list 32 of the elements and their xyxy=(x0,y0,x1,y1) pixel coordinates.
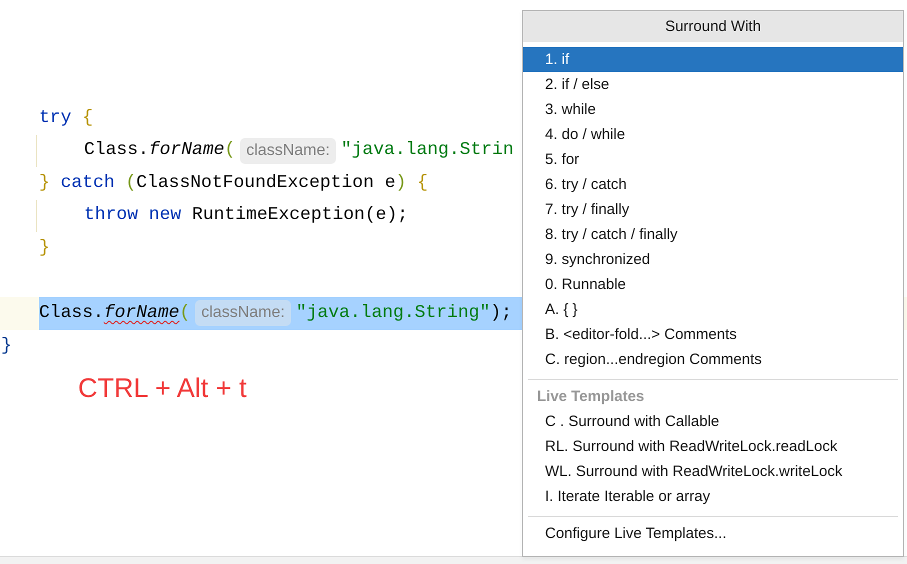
parameter-hint: className: xyxy=(240,138,336,164)
menu-item[interactable]: 4. do / while xyxy=(523,122,903,147)
code-text: } xyxy=(1,334,12,358)
menu-item[interactable]: C . Surround with Callable xyxy=(523,409,903,434)
menu-item[interactable]: 9. synchronized xyxy=(523,247,903,272)
menu-item[interactable]: Configure Live Templates... xyxy=(523,521,903,546)
menu-item[interactable]: 3. while xyxy=(523,97,903,122)
section-heading: Live Templates xyxy=(536,387,646,407)
parameter-hint: className: xyxy=(195,300,291,326)
popup-title: Surround With xyxy=(523,11,903,42)
menu-item[interactable]: C. region...endregion Comments xyxy=(523,347,903,372)
menu-item[interactable]: 7. try / finally xyxy=(523,197,903,222)
menu-item[interactable]: I. Iterate Iterable or array xyxy=(523,484,903,509)
menu-item[interactable]: RL. Surround with ReadWriteLock.readLock xyxy=(523,434,903,459)
menu-item[interactable]: 0. Runnable xyxy=(523,272,903,297)
menu-item[interactable]: 8. try / catch / finally xyxy=(523,222,903,247)
menu-item[interactable]: 2. if / else xyxy=(523,72,903,97)
menu-item[interactable]: 5. for xyxy=(523,147,903,172)
shortcut-annotation: CTRL + Alt + t xyxy=(78,372,247,404)
code-text: Class.forName( xyxy=(84,139,236,162)
code-text: } catch (ClassNotFoundException e) { xyxy=(39,172,428,195)
code-text: throw new RuntimeException(e); xyxy=(84,204,408,228)
code-text: "java.lang.Strin xyxy=(340,139,514,162)
menu-item[interactable]: 1. if xyxy=(523,47,903,72)
code-text: try { xyxy=(39,106,94,130)
code-text: "java.lang.String"); xyxy=(296,302,512,325)
menu-item[interactable]: B. <editor-fold...> Comments xyxy=(523,322,903,347)
menu-item[interactable]: WL. Surround with ReadWriteLock.writeLock xyxy=(523,459,903,484)
menu-item[interactable]: 6. try / catch xyxy=(523,172,903,197)
menu-item[interactable]: A. { } xyxy=(523,297,903,322)
code-text: } xyxy=(39,236,50,260)
code-text: Class.forName( xyxy=(39,302,190,325)
